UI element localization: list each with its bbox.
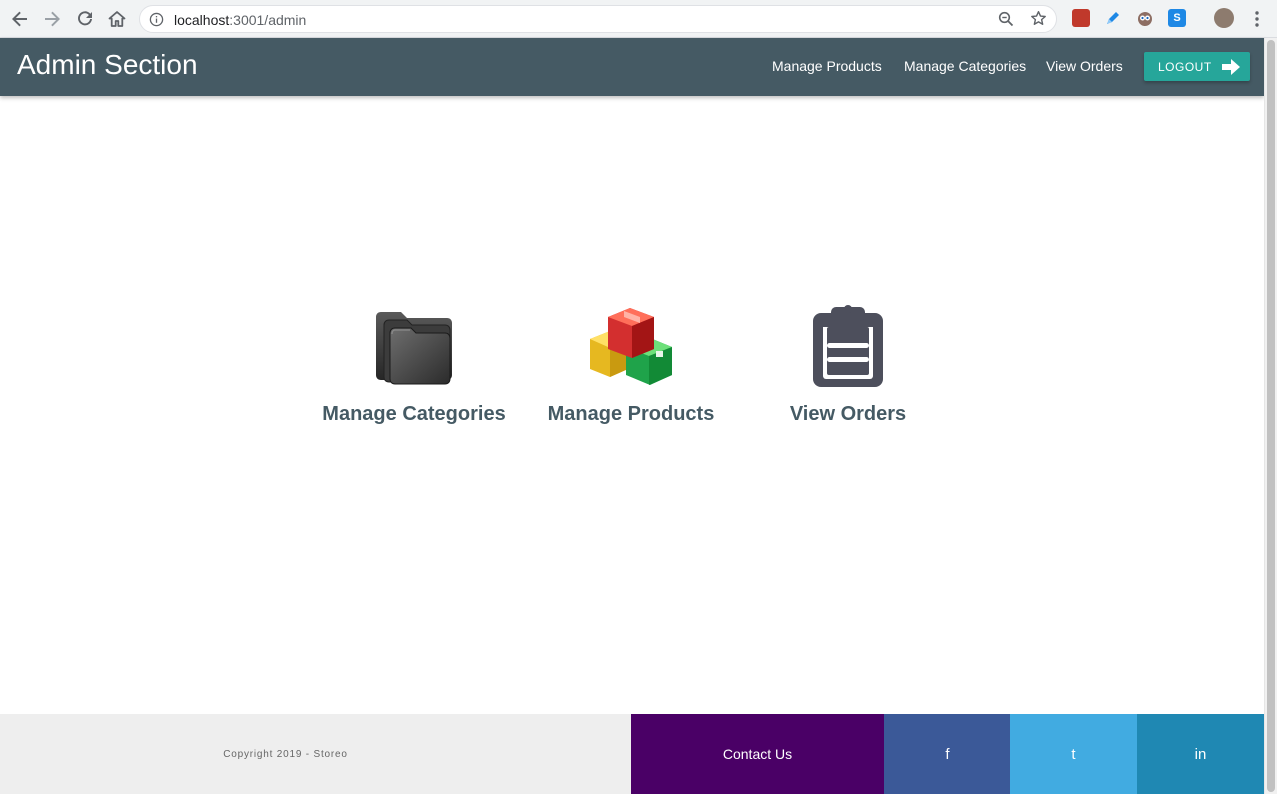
facebook-link[interactable]: f — [884, 714, 1011, 794]
back-icon[interactable] — [8, 7, 32, 31]
url-host: localhost — [174, 12, 230, 28]
scrollbar[interactable] — [1264, 38, 1277, 794]
nav-manage-products[interactable]: Manage Products — [772, 58, 882, 74]
tile-manage-products[interactable]: Manage Products — [531, 292, 731, 426]
copyright-text: Copyright 2019 - Storeo — [0, 714, 631, 794]
extension-icon[interactable] — [1072, 9, 1090, 27]
clipboard-icon[interactable] — [748, 292, 948, 387]
folder-icon[interactable] — [314, 292, 514, 387]
logout-button[interactable]: LOGOUT — [1144, 52, 1250, 81]
url-text: localhost:3001/admin — [174, 12, 306, 28]
twitter-link[interactable]: t — [1010, 714, 1137, 794]
forward-icon[interactable] — [40, 7, 64, 31]
app-header: Admin Section Manage Products Manage Cat… — [0, 38, 1264, 96]
scrollbar-thumb[interactable] — [1267, 40, 1275, 792]
tile-label[interactable]: Manage Categories — [314, 403, 514, 426]
tile-label[interactable]: View Orders — [748, 403, 948, 426]
browser-toolbar: localhost:3001/admin S — [0, 0, 1277, 38]
url-path: :3001/admin — [229, 12, 307, 28]
tile-manage-categories[interactable]: Manage Categories — [314, 292, 514, 426]
home-icon[interactable] — [105, 7, 129, 31]
browser-menu-icon[interactable] — [1245, 7, 1269, 31]
reload-icon[interactable] — [73, 7, 97, 31]
brand-title[interactable]: Admin Section — [17, 49, 198, 81]
arrow-right-icon — [1221, 58, 1240, 75]
site-info-icon[interactable] — [149, 12, 164, 32]
footer: Copyright 2019 - Storeo Contact Us f t i… — [0, 714, 1264, 794]
nav-manage-categories[interactable]: Manage Categories — [904, 58, 1026, 74]
tile-view-orders[interactable]: View Orders — [748, 292, 948, 426]
boxes-icon[interactable] — [531, 292, 731, 387]
owl-extension-icon[interactable] — [1136, 9, 1154, 27]
contact-us-link[interactable]: Contact Us — [631, 714, 884, 794]
linkedin-link[interactable]: in — [1137, 714, 1264, 794]
bookmark-star-icon[interactable] — [1030, 10, 1047, 32]
s-extension-icon[interactable]: S — [1168, 9, 1186, 27]
pen-extension-icon[interactable] — [1104, 9, 1122, 27]
nav-view-orders[interactable]: View Orders — [1046, 58, 1123, 74]
address-bar[interactable]: localhost:3001/admin — [139, 5, 1057, 33]
profile-avatar-icon[interactable] — [1214, 8, 1234, 28]
logout-label: LOGOUT — [1158, 59, 1212, 74]
zoom-icon[interactable] — [998, 11, 1014, 32]
tile-label[interactable]: Manage Products — [531, 403, 731, 426]
